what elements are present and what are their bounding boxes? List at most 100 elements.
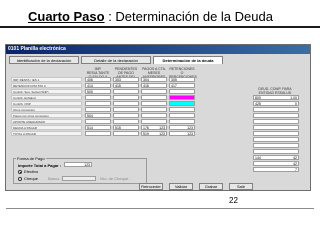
table-cell[interactable]: 304 [141,77,167,82]
check-label: Cheque [24,176,39,181]
back-button[interactable]: Retroceder [139,183,163,190]
app-window: 0101 Planilla electrónica Identificación… [5,44,311,191]
right-header: DEUD. COMP. PARA ENTIDAD ESSALUD [258,87,292,95]
table-cell[interactable]: 305 [169,77,195,82]
cell-code: 415 [115,84,121,88]
cell-code: 144 [255,156,261,160]
debt-panel: IMP. RESULTANTE O SALDO A FAVOR PENDIENT… [9,65,307,190]
table-cell[interactable] [85,119,111,124]
table-cell[interactable] [113,89,139,94]
row-label: DEUDA A PAGAR [11,125,82,130]
cell-code: 500 [87,90,93,94]
table-cell[interactable] [169,89,195,94]
table-cell[interactable]: 416 [141,83,167,88]
table-cell[interactable]: 504 [85,113,111,118]
slide-title-bold: Cuarto Paso [28,9,105,24]
table-cell[interactable] [141,119,167,124]
table-cell[interactable]: 406 [85,77,111,82]
check-radio[interactable] [18,177,22,181]
table-cell[interactable] [113,119,139,124]
table-cell[interactable]: 303 [113,77,139,82]
cell-value: 7 [295,168,297,172]
table-cell[interactable]: 500 [85,89,111,94]
table-cell[interactable]: 414 [85,83,111,88]
table-cell[interactable] [113,113,139,118]
cell-value: 0 [295,102,297,106]
cash-radio[interactable] [18,170,22,174]
essalud-cell[interactable] [253,131,299,136]
cell-code: 406 [87,78,93,82]
exit-button[interactable]: Salir [229,183,253,190]
amount-label: Importe Total a Pagar : [18,163,62,168]
table-cell[interactable] [85,95,111,100]
cell-code: 519 [143,132,149,136]
table-cell[interactable] [113,131,139,136]
table-cell[interactable] [169,95,195,100]
row-label: Contrib. Seg. Social (SNP) [11,89,82,94]
table-cell[interactable] [141,107,167,112]
table-cell[interactable]: 176 123 [141,125,167,130]
essalud-cell[interactable]: 800 1.00 [253,95,299,100]
cell-code: 504 [87,114,93,118]
cell-code: 176 [143,126,149,130]
row-label: Contrib. ONP [11,101,82,106]
table-cell[interactable]: 123 [169,131,195,136]
tab-detalle[interactable]: Detalle de la declaración [81,56,151,64]
essalud-cell[interactable] [253,113,299,118]
save-button[interactable]: Grabar [199,183,223,190]
row-label: APORTE ASEGURADO [11,119,82,124]
table-cell[interactable]: 417 [169,83,195,88]
table-cell[interactable] [85,101,111,106]
cell-code: 514 [87,126,93,130]
essalud-cell[interactable]: 7 [253,167,299,172]
validate-button[interactable]: Validar [169,183,193,190]
row-label: TOTAL A PAGAR [11,131,82,136]
row-label: Contrib. EsSalud [11,95,82,100]
table-cell[interactable]: 514 [85,125,111,130]
cell-code: 425 [255,102,261,106]
cell-value: 123 [159,132,165,136]
page-number: 22 [229,196,238,205]
table-cell[interactable] [141,95,167,100]
bank-select[interactable] [62,176,96,181]
table-cell[interactable] [85,107,111,112]
cell-value: 1.00 [290,96,297,100]
essalud-cell[interactable] [253,125,299,130]
table-cell[interactable]: 519 123 [141,131,167,136]
amount-value: 123 [84,163,90,167]
table-cell[interactable] [169,113,195,118]
tab-determinacion[interactable]: Determinación de la deuda [153,56,223,64]
essalud-cell[interactable] [253,149,299,154]
table-cell[interactable] [113,101,139,106]
cell-value: 123 [187,126,193,130]
table-cell[interactable] [169,101,195,106]
cell-value: 123 [187,132,193,136]
table-cell[interactable] [141,89,167,94]
footer-divider [6,208,314,209]
payment-form: Forma de Pago Importe Total a Pagar : 12… [13,156,147,184]
essalud-cell[interactable] [253,107,299,112]
essalud-cell[interactable] [253,119,299,124]
table-cell[interactable]: 515 [113,125,139,130]
table-cell[interactable]: 123 [169,125,195,130]
essalud-cell[interactable] [253,143,299,148]
table-cell[interactable]: 415 [113,83,139,88]
row-label: Pagos por otros conceptos [11,113,82,118]
table-cell[interactable] [169,119,195,124]
essalud-cell[interactable]: 144 42 [253,155,299,160]
table-cell[interactable] [141,101,167,106]
table-cell[interactable] [169,107,195,112]
essalud-cell[interactable] [253,137,299,142]
row-label: Otros conceptos [11,107,82,112]
essalud-cell[interactable]: 42 [253,161,299,166]
table-cell[interactable] [85,131,111,136]
cell-code: 416 [143,84,149,88]
table-cell[interactable] [113,107,139,112]
payment-form-label: Forma de Pago [16,156,46,161]
essalud-cell[interactable]: 425 0 [253,101,299,106]
cell-code: 305 [171,78,177,82]
cell-code: 304 [143,78,149,82]
table-cell[interactable] [113,95,139,100]
table-cell[interactable] [141,113,167,118]
tab-identificacion[interactable]: Identificación de la declaración [9,56,79,64]
